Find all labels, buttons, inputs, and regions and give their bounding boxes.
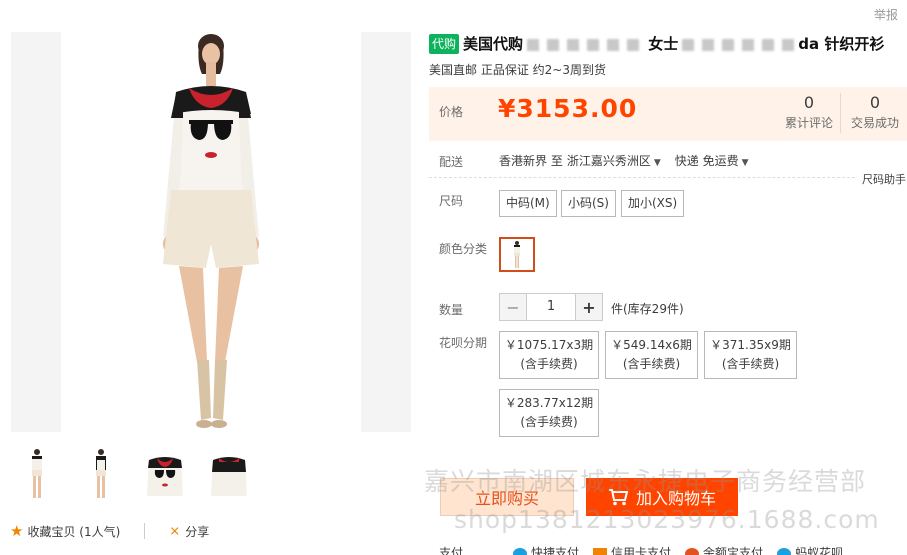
star-icon[interactable]: ★ [10, 522, 23, 540]
thumbnail-4[interactable] [204, 446, 254, 504]
thumbnail-3[interactable] [140, 446, 190, 504]
huabei-icon [777, 547, 792, 555]
report-link[interactable]: 举报 [874, 6, 898, 23]
size-helper-link[interactable]: 尺码助手 [862, 171, 906, 187]
installment-option-12[interactable]: ￥283.77x12期 (含手续费) [499, 389, 599, 437]
share-icon[interactable]: ⨯ [169, 524, 180, 539]
shipping-info: 香港新界 至 浙江嘉兴秀洲区 ▼ 快递 免运费 ▼ [499, 152, 749, 169]
watermark-url: shop1381213023976.1688.com [454, 505, 880, 534]
thumbnail-2[interactable] [76, 446, 126, 504]
divider [144, 523, 146, 539]
payment-huabei: 蚂蚁花呗 [777, 544, 843, 555]
payment-methods: 支付 快捷支付 信用卡支付 余额宝支付 蚂蚁花呗 [439, 544, 843, 555]
installment-option-9[interactable]: ￥371.35x9期 (含手续费) [704, 331, 797, 379]
quantity-input[interactable]: 1 [527, 293, 575, 321]
size-option-xs[interactable]: 加小(XS) [621, 190, 685, 217]
yuebao-icon [685, 547, 700, 555]
review-count[interactable]: 0 累计评论 [779, 93, 839, 131]
item-actions: ★ 收藏宝贝 (1人气) ⨯ 分享 [10, 522, 209, 540]
size-label: 尺码 [439, 194, 464, 208]
payment-yuebao: 余额宝支付 [685, 544, 763, 555]
credit-card-icon [593, 547, 608, 555]
color-swatch-image [514, 240, 520, 268]
ship-to-select[interactable]: 浙江嘉兴秀洲区 ▼ [567, 152, 661, 169]
caret-down-icon: ▼ [653, 158, 661, 168]
price-value: ¥3153.00 [498, 94, 638, 123]
quantity-plus-button[interactable]: + [575, 293, 603, 321]
shipping-label: 配送 [439, 155, 464, 169]
stock-info: 件(库存29件) [611, 302, 684, 316]
installment-option-3[interactable]: ￥1075.17x3期 (含手续费) [499, 331, 599, 379]
quantity-minus-button[interactable]: − [499, 293, 527, 321]
quantity-stepper: − 1 + [499, 293, 603, 321]
size-option-s[interactable]: 小码(S) [561, 190, 616, 217]
size-option-m[interactable]: 中码(M) [499, 190, 557, 217]
installment-label: 花呗分期 [439, 336, 488, 350]
thumbnail-strip [12, 446, 254, 504]
product-title-row: 代购 美国代购 女士 da 针织开衫 [429, 33, 884, 54]
sales-count: 0 交易成功 [850, 93, 899, 130]
main-image-viewer[interactable] [11, 32, 411, 432]
share-link[interactable]: 分享 [185, 523, 209, 540]
payment-credit: 信用卡支付 [593, 544, 671, 555]
daigou-badge: 代购 [429, 33, 460, 54]
price-label: 价格 [439, 105, 464, 119]
quick-pay-icon [513, 547, 528, 555]
ship-from: 香港新界 至 [499, 154, 563, 168]
payment-quick: 快捷支付 [513, 544, 579, 555]
color-label: 颜色分类 [439, 242, 488, 256]
product-subtitle: 美国直邮 正品保证 约2~3周到货 [429, 63, 606, 77]
installment-option-6[interactable]: ￥549.14x6期 (含手续费) [605, 331, 698, 379]
divider [840, 93, 841, 133]
product-photo [163, 34, 259, 428]
color-option[interactable] [499, 237, 535, 272]
watermark-text: 嘉兴市南湖区城东永捷电子商务经营部 [424, 467, 867, 496]
product-title: 美国代购 女士 da 针织开衫 [463, 35, 885, 53]
caret-down-icon: ▼ [741, 158, 749, 168]
favorite-link[interactable]: 收藏宝贝 (1人气) [27, 523, 120, 540]
thumbnail-1[interactable] [12, 446, 62, 504]
quantity-label: 数量 [439, 303, 464, 317]
divider [429, 177, 855, 178]
price-panel: 价格 ¥3153.00 0 累计评论 0 交易成功 [429, 87, 907, 141]
payment-label: 支付 [439, 546, 464, 555]
ship-method-select[interactable]: 快递 免运费 ▼ [675, 152, 749, 169]
